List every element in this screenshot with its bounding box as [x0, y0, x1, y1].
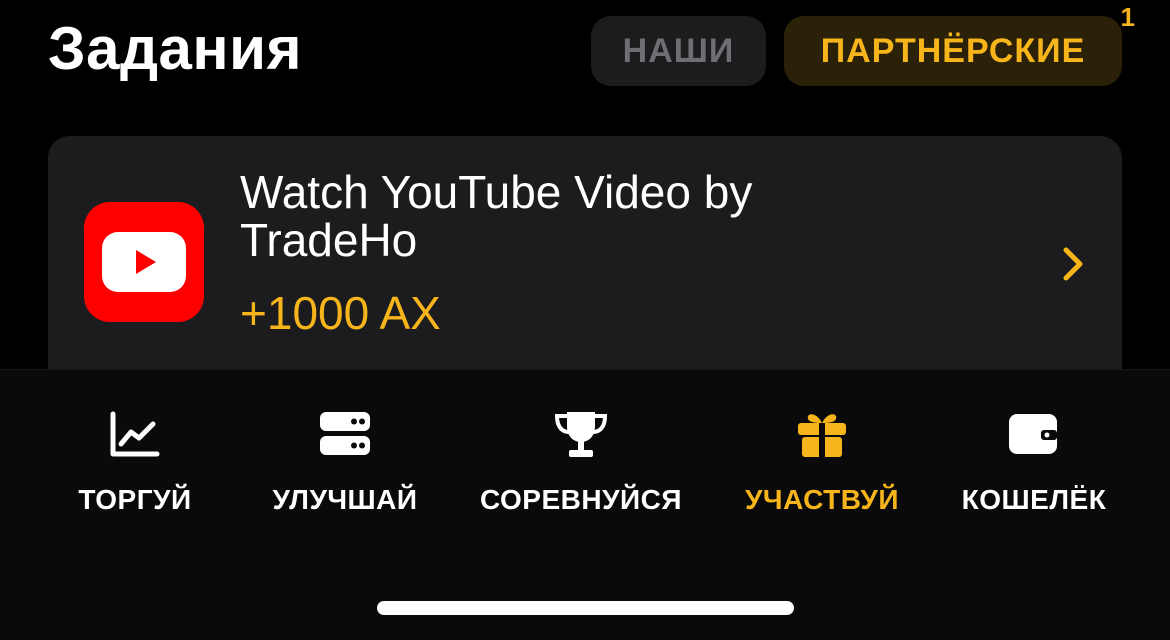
tab-partner-label: ПАРТНЁРСКИЕ	[820, 31, 1086, 70]
nav-item-upgrade[interactable]: УЛУЧШАЙ	[250, 370, 440, 520]
home-indicator	[377, 601, 794, 615]
tasks-screen: Задания НАШИ ПАРТНЁРСКИЕ 1 Watch YouTube…	[0, 0, 1170, 640]
gift-icon	[794, 406, 850, 462]
chevron-right-icon	[1063, 247, 1083, 281]
nav-item-wallet-label: КОШЕЛЁК	[961, 484, 1107, 515]
youtube-icon	[84, 202, 204, 322]
tab-ours-label: НАШИ	[622, 31, 735, 70]
tab-partner-badge: 1	[1120, 2, 1136, 32]
page-title: Задания	[48, 15, 303, 82]
tab-ours[interactable]: НАШИ	[591, 16, 766, 86]
nav-item-trade[interactable]: ТОРГУЙ	[42, 370, 228, 520]
nav-item-compete-label: СОРЕВНУЙСЯ	[480, 484, 682, 515]
wallet-icon	[1006, 406, 1062, 462]
nav-item-trade-label: ТОРГУЙ	[78, 484, 192, 515]
nav-item-participate-label: УЧАСТВУЙ	[745, 484, 899, 515]
task-reward: +1000 AX	[240, 287, 441, 339]
tab-partner[interactable]: ПАРТНЁРСКИЕ 1	[784, 2, 1135, 86]
nav-item-upgrade-label: УЛУЧШАЙ	[272, 484, 418, 515]
chart-icon	[107, 406, 163, 462]
task-card[interactable]: Watch YouTube Video by TradeHo +1000 AX	[48, 136, 1122, 396]
nav-item-wallet[interactable]: КОШЕЛЁК	[946, 370, 1122, 520]
nav-item-compete[interactable]: СОРЕВНУЙСЯ	[462, 370, 700, 520]
task-tabs: НАШИ ПАРТНЁРСКИЕ 1	[591, 2, 1135, 86]
trophy-icon	[553, 406, 609, 462]
bottom-nav: ТОРГУЙ УЛУЧШАЙ СОРЕВНУЙСЯ УЧАСТВУЙ КОШЕЛ…	[0, 369, 1170, 640]
nav-item-participate[interactable]: УЧАСТВУЙ	[726, 370, 918, 520]
server-icon	[317, 406, 373, 462]
task-title: Watch YouTube Video by TradeHo	[240, 166, 753, 266]
